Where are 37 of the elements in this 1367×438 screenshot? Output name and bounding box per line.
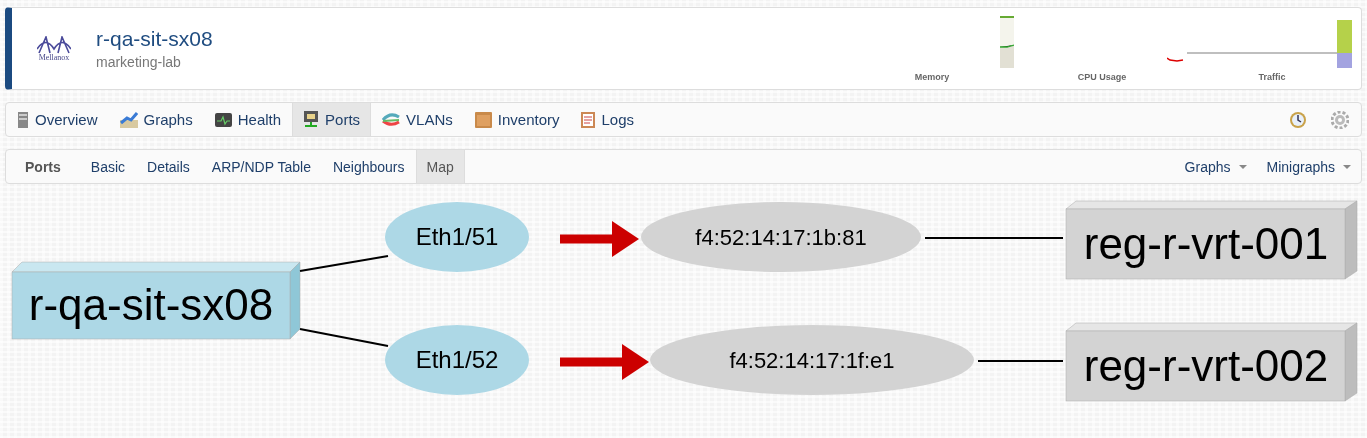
nav-tab[interactable]: Graphs [108,103,204,136]
subnav-tab[interactable]: Neighbours [321,150,416,183]
subnav-tab[interactable]: Details [136,150,201,183]
cpu-sparkline [1167,56,1184,63]
neighbour-node: f4:52:14:17:1b:81 [641,202,921,272]
bridge-logo-icon [37,35,71,54]
subnav-tab[interactable]: Map [415,150,465,183]
memory-sparkline [1000,15,1014,68]
nav-tab[interactable]: Ports [292,103,372,136]
neighbour-node: f4:52:14:17:1f:e1 [650,325,974,395]
dropdown-menu[interactable]: Graphs [1174,150,1257,183]
caret-icon [1238,164,1247,169]
device-title: r-qa-sit-sx08 [96,27,214,51]
subnav-tab[interactable]: ARP/NDP Table [200,150,322,183]
nav-tab[interactable]: Health [203,103,293,136]
server-icon [17,111,29,128]
nav-tab[interactable]: Inventory [463,103,571,136]
device-location: marketing-lab [96,54,182,70]
logo-text: Mellanox [38,53,70,62]
chart-icon [119,111,138,128]
minigraph-label: Memory [914,71,950,82]
clipboard-icon [581,111,596,128]
port-node: Eth1/51 [385,202,529,272]
dropdown-menu[interactable]: Minigraphs [1256,150,1361,183]
crate-icon [474,111,492,128]
minigraph-label: Traffic [1258,71,1286,82]
network-port-icon [303,111,320,128]
cables-icon [382,112,401,127]
nav-tab[interactable]: Logs [570,103,645,136]
port-node: Eth1/52 [385,325,529,395]
nav-tab[interactable]: VLANs [371,103,464,136]
subnav-tab[interactable]: Basic [79,150,137,183]
monitor-icon [214,112,232,127]
minigraph-label: CPU Usage [1077,71,1127,82]
nav-tab[interactable]: Overview [6,103,109,136]
caret-icon [1343,164,1351,169]
section-title[interactable]: Ports [6,150,80,183]
